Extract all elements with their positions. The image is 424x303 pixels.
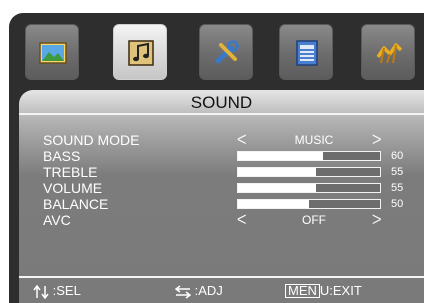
sound-mode-value: MUSIC [294,133,334,147]
up-down-arrows-icon [33,284,49,299]
menu-label-treble: TREBLE [43,164,98,180]
menu-row-balance[interactable]: BALANCE 50 [19,196,424,212]
tab-channel[interactable] [361,24,415,80]
key-hints: :SEL :ADJ MEN U:EXIT [19,278,424,303]
volume-slider-fill [238,184,317,192]
channel-antenna-icon [376,43,403,64]
tab-sound[interactable] [113,24,167,80]
balance-slider[interactable] [237,199,381,209]
left-arrow-icon[interactable]: ᐸ [237,132,246,148]
picture-icon [39,42,67,64]
menu-row-volume[interactable]: VOLUME 55 [19,180,424,196]
volume-value: 55 [391,182,404,194]
tab-setup[interactable] [199,24,253,80]
feature-panel-icon [296,40,318,66]
adjust-hint-label: :ADJ [194,283,223,298]
volume-slider[interactable] [237,183,381,193]
bass-slider-fill [238,152,324,160]
treble-slider-fill [238,168,317,176]
right-arrow-icon[interactable]: ᐳ [372,212,381,228]
treble-slider[interactable] [237,167,381,177]
select-hint-label: :SEL [52,283,81,298]
balance-value: 50 [391,198,404,210]
menu-row-treble[interactable]: TREBLE 55 [19,164,424,180]
tab-picture[interactable] [25,24,79,80]
menu-row-sound-mode[interactable]: SOUND MODE ᐸ MUSIC ᐳ [19,132,424,148]
adjust-hint: :ADJ [175,283,223,299]
bass-value: 60 [391,150,404,162]
sound-note-icon [128,40,154,66]
left-arrow-icon[interactable]: ᐸ [237,212,246,228]
menu-title: SOUND [190,93,253,112]
menu-row-avc[interactable]: AVC ᐸ OFF ᐳ [19,212,424,228]
tab-features[interactable] [279,24,333,80]
menu-row-bass[interactable]: BASS 60 [19,148,424,164]
right-arrow-icon[interactable]: ᐳ [372,132,381,148]
bass-slider[interactable] [237,151,381,161]
tv-osd-menu: SOUND SOUND MODE ᐸ MUSIC ᐳ BASS 60 TREBLE 55 VOL… [9,13,424,303]
sound-menu-panel: SOUND SOUND MODE ᐸ MUSIC ᐳ BASS 60 TREBLE 55 VOL… [19,90,424,303]
menu-label-balance: BALANCE [43,196,109,212]
menu-label-bass: BASS [43,148,81,164]
exit-hint-label: U:EXIT [319,283,362,298]
menu-key-box: MEN [285,284,320,298]
menu-label-volume: VOLUME [43,180,103,196]
menu-label-sound-mode: SOUND MODE [43,132,140,148]
exit-hint: MEN U:EXIT [285,283,362,298]
balance-slider-fill [238,200,309,208]
select-hint: :SEL [33,283,81,299]
left-right-arrows-icon [175,284,191,299]
setup-tools-icon [215,40,239,64]
treble-value: 55 [391,166,404,178]
title-divider [19,113,424,115]
menu-tab-bar [9,13,424,91]
avc-value: OFF [302,213,326,227]
menu-label-avc: AVC [43,212,71,228]
